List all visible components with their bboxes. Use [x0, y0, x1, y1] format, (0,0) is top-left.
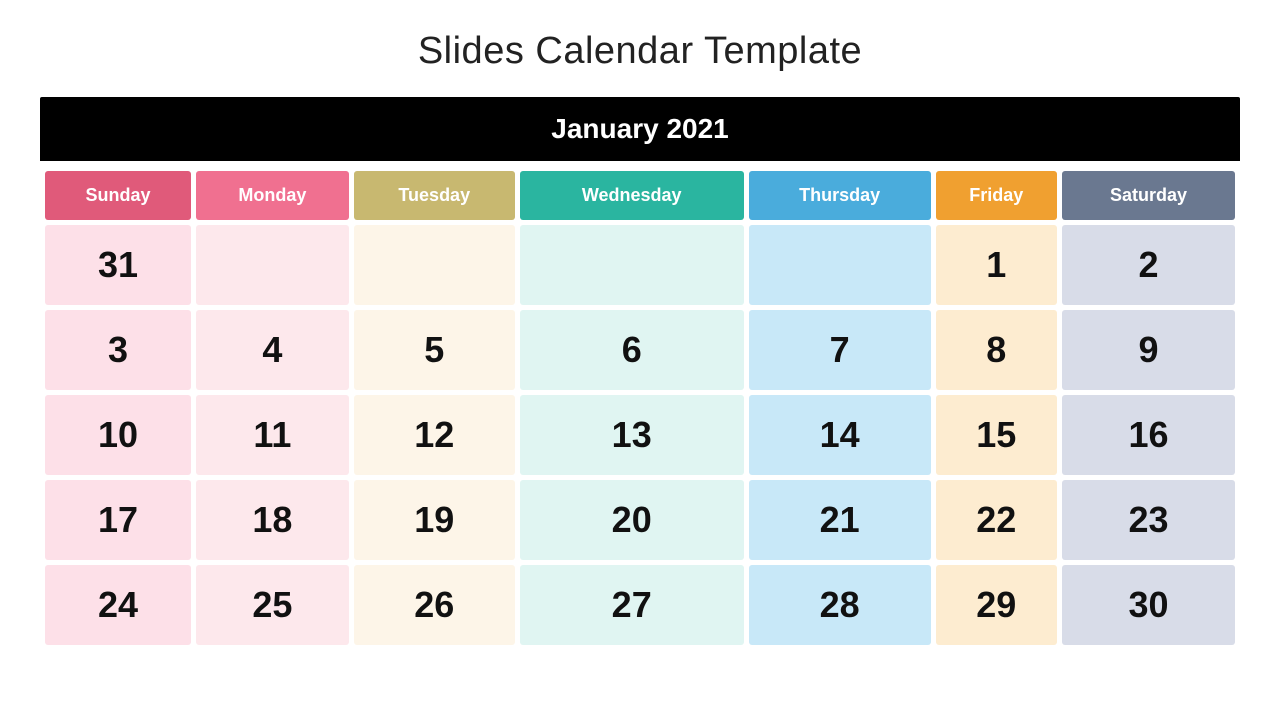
calendar-day-cell: 28 — [749, 565, 931, 645]
calendar-day-cell: 25 — [196, 565, 349, 645]
calendar-month-header: January 2021 — [40, 97, 1240, 161]
calendar-day-cell: 12 — [354, 395, 515, 475]
calendar-week-row: 10111213141516 — [45, 395, 1235, 475]
calendar-day-cell: 23 — [1062, 480, 1235, 560]
calendar-day-cell: 24 — [45, 565, 191, 645]
day-header-saturday: Saturday — [1062, 171, 1235, 220]
calendar-day-cell: 1 — [936, 225, 1057, 305]
calendar-week-row: 24252627282930 — [45, 565, 1235, 645]
calendar-day-cell: 30 — [1062, 565, 1235, 645]
calendar-grid: SundayMondayTuesdayWednesdayThursdayFrid… — [40, 166, 1240, 650]
calendar-day-cell: 27 — [520, 565, 744, 645]
calendar-week-row: 31 12 — [45, 225, 1235, 305]
calendar-day-cell: 21 — [749, 480, 931, 560]
calendar-wrapper: January 2021 SundayMondayTuesdayWednesda… — [40, 97, 1240, 650]
calendar-day-cell — [749, 225, 931, 305]
calendar-day-cell: 3 — [45, 310, 191, 390]
calendar-day-cell: 13 — [520, 395, 744, 475]
calendar-day-cell: 16 — [1062, 395, 1235, 475]
day-header-sunday: Sunday — [45, 171, 191, 220]
calendar-day-cell: 7 — [749, 310, 931, 390]
calendar-week-row: 17181920212223 — [45, 480, 1235, 560]
calendar-day-cell: 19 — [354, 480, 515, 560]
calendar-day-cell — [520, 225, 744, 305]
calendar-day-cell — [196, 225, 349, 305]
calendar-day-cell: 9 — [1062, 310, 1235, 390]
calendar-day-cell: 10 — [45, 395, 191, 475]
calendar-day-cell: 6 — [520, 310, 744, 390]
calendar-week-row: 3456789 — [45, 310, 1235, 390]
calendar-day-cell: 11 — [196, 395, 349, 475]
calendar-day-cell: 4 — [196, 310, 349, 390]
day-header-thursday: Thursday — [749, 171, 931, 220]
calendar-day-cell: 20 — [520, 480, 744, 560]
calendar-day-cell: 26 — [354, 565, 515, 645]
calendar-day-cell: 31 — [45, 225, 191, 305]
calendar-day-cell: 15 — [936, 395, 1057, 475]
day-header-friday: Friday — [936, 171, 1057, 220]
calendar-day-cell: 18 — [196, 480, 349, 560]
calendar-day-cell: 14 — [749, 395, 931, 475]
day-header-monday: Monday — [196, 171, 349, 220]
page-title: Slides Calendar Template — [418, 30, 862, 73]
calendar-day-cell: 2 — [1062, 225, 1235, 305]
day-header-tuesday: Tuesday — [354, 171, 515, 220]
calendar-day-cell: 22 — [936, 480, 1057, 560]
calendar-day-cell: 5 — [354, 310, 515, 390]
calendar-day-cell — [354, 225, 515, 305]
calendar-day-cell: 29 — [936, 565, 1057, 645]
calendar-day-cell: 8 — [936, 310, 1057, 390]
calendar-day-cell: 17 — [45, 480, 191, 560]
day-header-wednesday: Wednesday — [520, 171, 744, 220]
